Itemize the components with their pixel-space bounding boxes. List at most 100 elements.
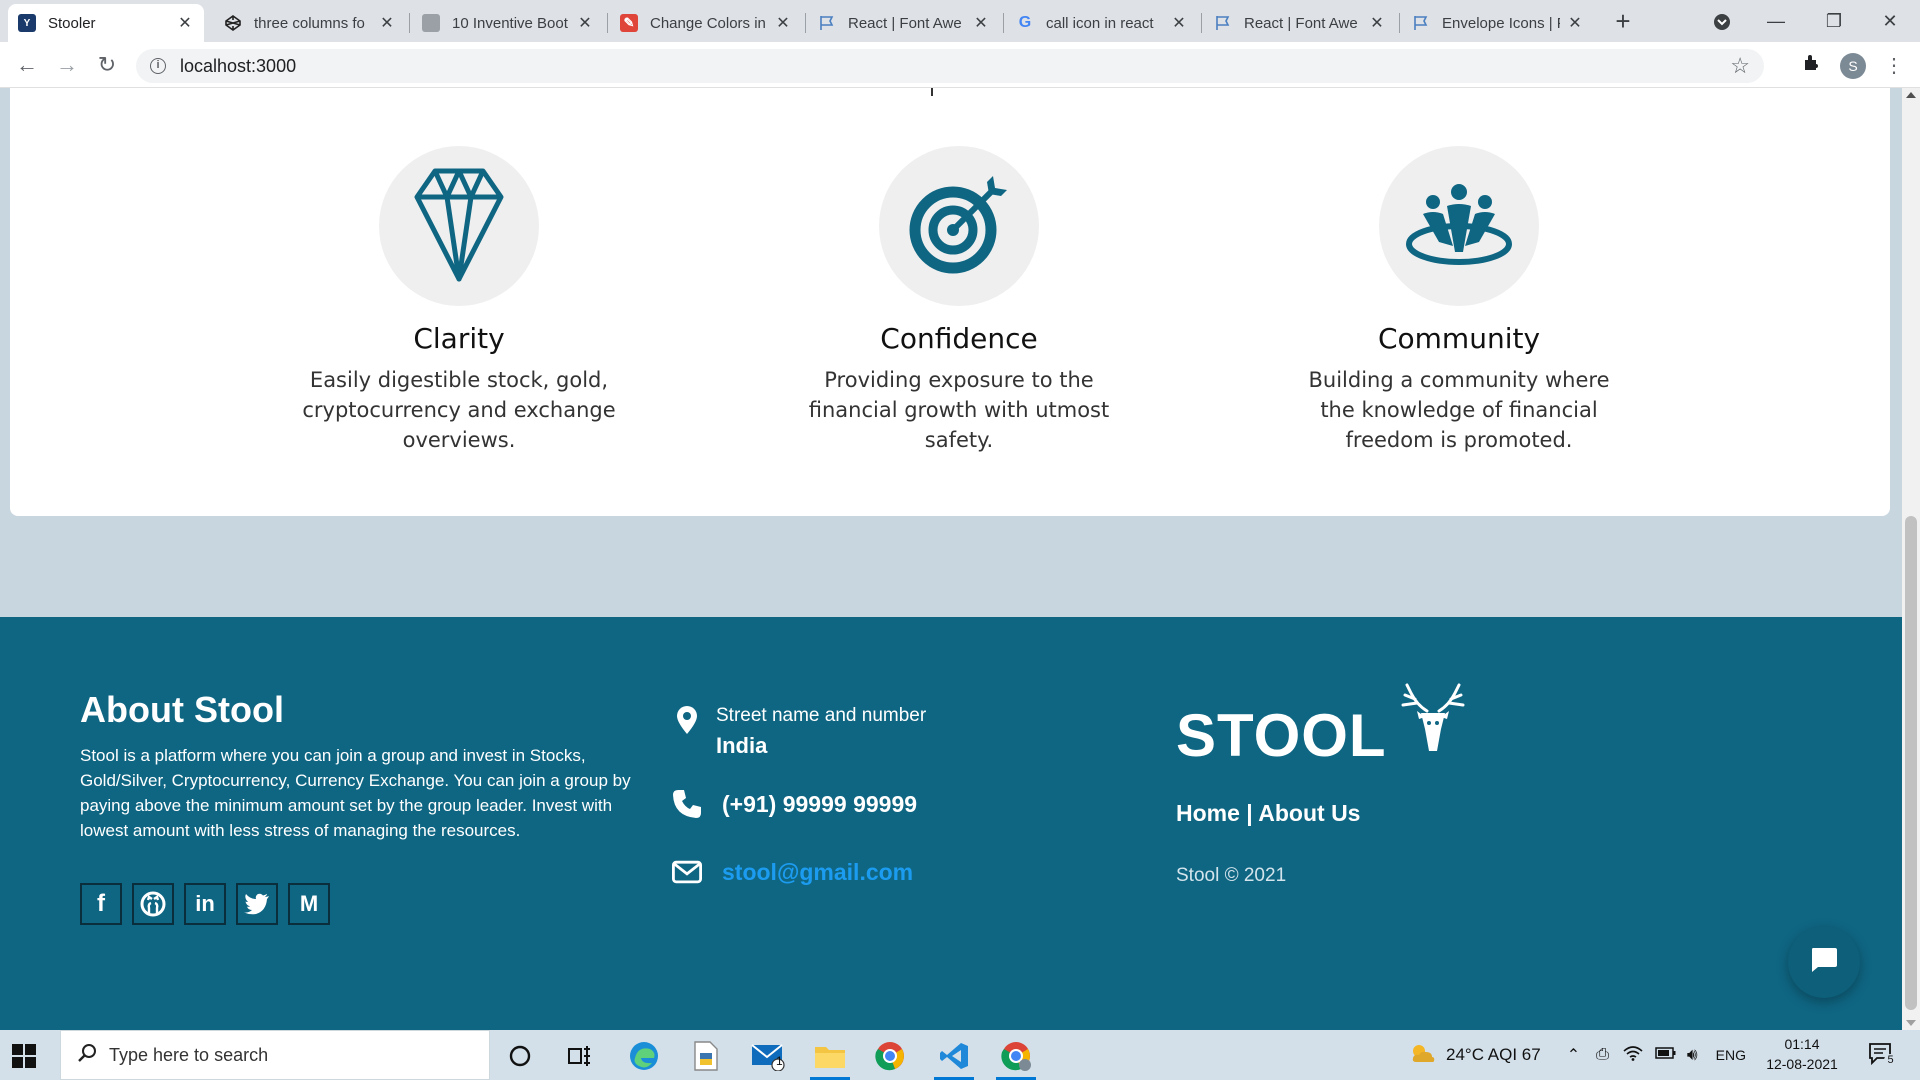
close-tab-icon[interactable]: ✕ [1170,13,1188,33]
system-tray: 24°C AQI 67 ⌃ ⎙ 🔊︎ ENG [1410,1030,1746,1080]
vscode-icon[interactable] [928,1036,980,1080]
about-title: About Stool [80,689,284,730]
codepen-favicon-icon [224,14,242,32]
scroll-up-arrow-icon[interactable] [1906,92,1916,98]
about-section: About Stool Stool is a platform where yo… [80,689,640,925]
file-explorer-icon[interactable] [804,1036,856,1080]
twitter-icon[interactable] [236,883,278,925]
new-tab-button[interactable]: + [1609,8,1637,36]
tab-three-columns[interactable]: three columns fo ✕ [214,4,406,42]
weather-text[interactable]: 24°C AQI 67 [1446,1045,1541,1065]
menu-kebab-icon[interactable]: ⋮ [1880,52,1908,80]
mail-icon[interactable]: 1 [742,1036,794,1076]
volume-icon[interactable]: 🔊︎ [1687,1045,1698,1065]
contact-section: Street name and number India (+91) 99999… [672,705,1072,887]
battery-icon[interactable] [1655,1046,1677,1065]
medium-icon[interactable]: M [288,883,330,925]
chat-button[interactable] [1788,926,1860,998]
tab-react-font-awesome-2[interactable]: React | Font Awe ✕ [1204,4,1396,42]
edge-icon[interactable] [618,1036,670,1076]
tab-envelope-icons[interactable]: Envelope Icons | F ✕ [1402,4,1594,42]
community-icon [1403,182,1515,271]
notification-center-icon[interactable]: 5 [1868,1042,1897,1071]
windows-start-icon[interactable] [12,1044,36,1073]
notification-count: 5 [1884,1054,1897,1067]
address-bar[interactable]: i localhost:3000 ☆ [136,49,1764,83]
restore-icon[interactable]: ❐ [1814,4,1854,38]
feature-title: Confidence [880,322,1038,355]
close-tab-icon[interactable]: ✕ [378,13,396,33]
bookmark-star-icon[interactable]: ☆ [1730,53,1750,79]
tab-stooler[interactable]: Y Stooler ✕ [8,4,204,42]
close-tab-icon[interactable]: ✕ [774,13,792,33]
scrollbar-thumb[interactable] [1905,516,1917,1010]
github-icon[interactable] [132,883,174,925]
tab-change-colors[interactable]: ✎ Change Colors in ✕ [610,4,802,42]
weather-icon[interactable] [1410,1042,1436,1069]
feature-clarity: Clarity Easily digestible stock, gold, c… [299,146,619,455]
feature-title: Community [1377,322,1541,355]
vertical-scrollbar[interactable] [1902,88,1920,1030]
clock-date: 12-08-2021 [1766,1056,1838,1072]
flag-favicon-icon [1214,14,1232,32]
tab-label: call icon in react [1046,14,1154,32]
copyright-text: Stool © 2021 [1176,865,1287,886]
taskbar-clock[interactable]: 01:14 12-08-2021 [1752,1034,1852,1074]
close-tab-icon[interactable]: ✕ [576,13,594,33]
tab-inventive-bootstrap[interactable]: 10 Inventive Boot ✕ [412,4,604,42]
phone-number: (+91) 99999 99999 [722,790,918,817]
back-icon[interactable]: ← [12,50,42,80]
scroll-down-arrow-icon[interactable] [1906,1020,1916,1026]
phone-icon [672,789,702,819]
show-hidden-icons-icon[interactable]: ⌃ [1567,1045,1580,1065]
footer-nav-links[interactable]: Home | About Us [1176,800,1676,827]
site-info-icon[interactable]: i [150,58,166,74]
tab-call-icon-react[interactable]: G call icon in react ✕ [1006,4,1198,42]
close-tab-icon[interactable]: ✕ [1368,13,1386,33]
close-tab-icon[interactable]: ✕ [972,13,990,33]
wifi-icon[interactable] [1623,1045,1643,1066]
tab-react-font-awesome-1[interactable]: React | Font Awe ✕ [808,4,1000,42]
doc-favicon-icon [422,14,440,32]
feature-icon-circle [1379,146,1539,306]
extensions-icon[interactable] [1798,52,1826,80]
close-tab-icon[interactable]: ✕ [176,13,194,33]
tab-divider [607,13,608,33]
forward-icon[interactable]: → [52,50,82,80]
google-favicon-icon: G [1018,14,1032,31]
diamond-icon [413,165,505,288]
taskbar-search-box[interactable]: Type here to search [60,1030,490,1080]
tab-label: React | Font Awe [848,14,962,32]
tab-search-icon[interactable] [1702,4,1742,38]
tab-divider [805,13,806,33]
minimize-icon[interactable]: — [1756,4,1796,38]
close-tab-icon[interactable]: ✕ [1566,13,1584,33]
linkedin-icon[interactable]: in [184,883,226,925]
feature-confidence: Confidence Providing exposure to the fin… [799,146,1119,455]
brand-logo[interactable]: STOOL [1176,683,1676,770]
envelope-icon [672,857,702,887]
chrome-profile-icon[interactable] [990,1036,1042,1080]
email-row: stool@gmail.com [672,857,1072,887]
tab-label: Envelope Icons | F [1442,14,1560,32]
close-window-icon[interactable]: ✕ [1870,4,1910,38]
language-indicator[interactable]: ENG [1716,1047,1746,1063]
tab-label: 10 Inventive Boot [452,14,568,32]
profile-avatar[interactable]: S [1840,53,1866,79]
brand-wordmark: STOOL [1176,702,1387,769]
url-text: localhost:3000 [180,55,297,76]
meet-now-icon[interactable]: ⎙ [1596,1046,1609,1064]
email-link[interactable]: stool@gmail.com [722,859,913,886]
python-file-icon[interactable] [680,1036,732,1076]
chrome-icon[interactable] [864,1036,916,1076]
task-view-icon[interactable] [554,1036,606,1076]
browser-toolbar: ← → ↻ i localhost:3000 ☆ S ⋮ [0,42,1920,88]
reload-icon[interactable]: ↻ [92,50,122,80]
feature-icon-circle [379,146,539,306]
social-links: f in M [80,883,640,925]
brand-section: STOOL Home | About Us Stool © 2021 [1176,683,1676,887]
cortana-icon[interactable] [494,1036,546,1076]
facebook-icon[interactable]: f [80,883,122,925]
feature-description: Building a community where the knowledge… [1308,368,1610,452]
search-icon [77,1043,97,1068]
